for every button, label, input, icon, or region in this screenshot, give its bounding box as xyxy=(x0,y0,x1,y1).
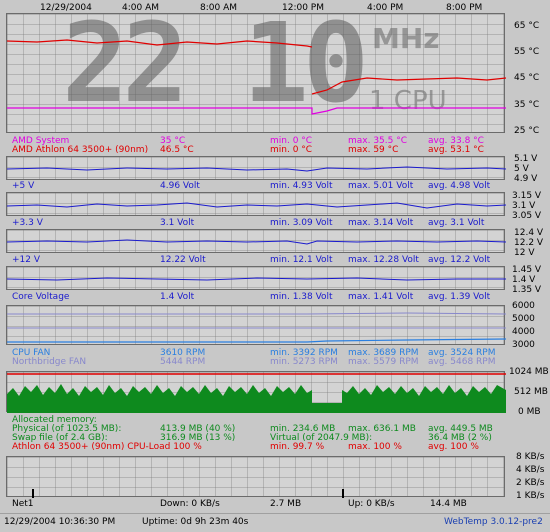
sensor-min: min. 99.7 % xyxy=(270,442,325,452)
sensor-name: AMD Athlon 64 3500+ (90nm) xyxy=(12,145,149,155)
volt-axis-label: 3.05 V xyxy=(512,211,542,221)
volt-axis-label: 3.1 V xyxy=(512,201,536,211)
memory-axis-label: 1024 MB xyxy=(509,367,549,377)
net-axis-label: 4 KB/s xyxy=(516,465,545,475)
sensor-max: max. 59 °C xyxy=(348,145,399,155)
net-up-total: 14.4 MB xyxy=(430,499,467,509)
fan-axis-label: 4000 xyxy=(512,327,535,337)
sensor-avg: avg. 53.1 °C xyxy=(428,145,484,155)
temp-axis-label: 55 °C xyxy=(514,47,540,57)
volt-axis-label: 1.45 V xyxy=(512,265,542,275)
sensor-max: max. 5.01 Volt xyxy=(348,181,414,191)
volt-row-core: Core Voltage 1.4 Volt min. 1.38 Volt max… xyxy=(12,292,512,302)
fan-axis-label: 6000 xyxy=(512,301,535,311)
temp-axis-label: 45 °C xyxy=(514,73,540,83)
temperature-lines xyxy=(7,39,506,115)
fan-row-northbridge: Northbridge FAN 5444 RPM min. 5273 RPM m… xyxy=(12,357,512,367)
sensor-value: 46.5 °C xyxy=(160,145,194,155)
sensor-name: +5 V xyxy=(12,181,35,191)
sensor-avg: avg. 5468 RPM xyxy=(428,357,496,367)
memory-graph xyxy=(6,371,506,413)
sensor-max: max. 5579 RPM xyxy=(348,357,419,367)
sensor-min: min. 3.09 Volt xyxy=(270,218,333,228)
sensor-name: Athlon 64 3500+ (90nm) CPU-Load 100 % xyxy=(12,442,202,452)
memory-area xyxy=(7,373,506,413)
volt-row-12v: +12 V 12.22 Volt min. 12.1 Volt max. 12.… xyxy=(12,255,512,265)
net-up: Up: 0 KB/s xyxy=(348,499,395,509)
cpu-load-row: Athlon 64 3500+ (90nm) CPU-Load 100 % mi… xyxy=(12,442,512,452)
sensor-value: 12.22 Volt xyxy=(160,255,206,265)
sensor-value: 5444 RPM xyxy=(160,357,206,367)
sensor-name: +12 V xyxy=(12,255,41,265)
volt-axis-label: 5.1 V xyxy=(514,154,538,164)
sensor-max: max. 12.28 Volt xyxy=(348,255,419,265)
sensor-min: min. 0 °C xyxy=(270,145,313,155)
memory-axis-label: 0 MB xyxy=(518,407,541,417)
sensor-avg: avg. 4.98 Volt xyxy=(428,181,491,191)
memory-axis-label: 512 MB xyxy=(514,387,548,397)
volt-axis-label: 12.2 V xyxy=(514,238,544,248)
voltage-graph-12v xyxy=(6,229,506,253)
footer-divider xyxy=(0,513,550,514)
sensor-avg: avg. 1.39 Volt xyxy=(428,292,491,302)
temp-axis-label: 65 °C xyxy=(514,21,540,31)
fan-graph xyxy=(6,305,506,345)
voltage-graph-core xyxy=(6,266,506,290)
voltage-graph-3v3 xyxy=(6,192,506,216)
sensor-min: min. 5273 RPM xyxy=(270,357,338,367)
footer-datetime: 12/29/2004 10:36:30 PM xyxy=(4,517,116,527)
sensor-min: min. 4.93 Volt xyxy=(270,181,333,191)
volt-axis-label: 1.35 V xyxy=(512,285,542,295)
volt-axis-label: 1.4 V xyxy=(512,275,536,285)
net-name: Net1 xyxy=(12,499,34,509)
sensor-value: 3.1 Volt xyxy=(160,218,195,228)
net-row: Net1 Down: 0 KB/s 2.7 MB Up: 0 KB/s 14.4… xyxy=(12,499,512,509)
sensor-avg: avg. 12.2 Volt xyxy=(428,255,491,265)
net-down: Down: 0 KB/s xyxy=(160,499,220,509)
sensor-min: min. 12.1 Volt xyxy=(270,255,333,265)
volt-row-5v: +5 V 4.96 Volt min. 4.93 Volt max. 5.01 … xyxy=(12,181,512,191)
net-axis-label: 8 KB/s xyxy=(516,452,545,462)
footer-app-link[interactable]: WebTemp 3.0.12-pre2 xyxy=(444,517,543,527)
top-axis-time: 8:00 PM xyxy=(446,3,483,13)
sensor-max: max. 100 % xyxy=(348,442,402,452)
footer-uptime: Uptime: 0d 9h 23m 40s xyxy=(142,517,249,527)
volt-axis-label: 5 V xyxy=(514,164,529,174)
volt-axis-label: 12.4 V xyxy=(514,228,544,238)
temp-axis-label: 25 °C xyxy=(514,126,540,136)
fan-axis-label: 5000 xyxy=(512,314,535,324)
volt-axis-label: 12 V xyxy=(514,248,535,258)
sensor-name: Core Voltage xyxy=(12,292,70,302)
volt-axis-label: 3.15 V xyxy=(512,191,542,201)
fan-axis-label: 3000 xyxy=(512,340,535,350)
net-axis-label: 1 KB/s xyxy=(516,491,545,501)
temperature-graph: 22 10 MHz 1 CPU xyxy=(6,8,506,133)
voltage-graph-5v xyxy=(6,156,506,180)
volt-axis-label: 4.9 V xyxy=(514,174,538,184)
temp-axis-label: 35 °C xyxy=(514,100,540,110)
sensor-max: max. 3.14 Volt xyxy=(348,218,414,228)
sensor-max: max. 1.41 Volt xyxy=(348,292,414,302)
sensor-name: +3.3 V xyxy=(12,218,43,228)
net-down-total: 2.7 MB xyxy=(270,499,302,509)
volt-row-3v3: +3.3 V 3.1 Volt min. 3.09 Volt max. 3.14… xyxy=(12,218,512,228)
sensor-name: Northbridge FAN xyxy=(12,357,87,367)
sensor-value: 4.96 Volt xyxy=(160,181,200,191)
net-axis-label: 2 KB/s xyxy=(516,478,545,488)
sensor-min: min. 1.38 Volt xyxy=(270,292,333,302)
temp-row-cpu: AMD Athlon 64 3500+ (90nm) 46.5 °C min. … xyxy=(12,145,512,155)
network-graph xyxy=(6,456,505,498)
sensor-avg: avg. 100 % xyxy=(428,442,479,452)
sensor-value: 1.4 Volt xyxy=(160,292,195,302)
sensor-avg: avg. 3.1 Volt xyxy=(428,218,485,228)
top-axis-time: 4:00 PM xyxy=(367,3,404,13)
